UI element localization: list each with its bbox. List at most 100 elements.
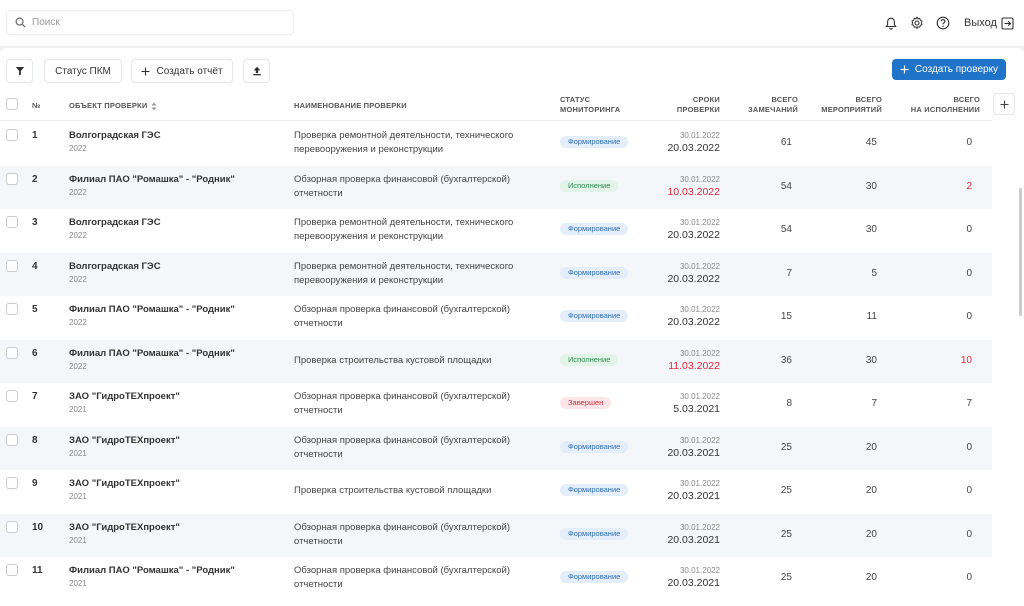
vertical-scrollbar[interactable]: [1019, 188, 1022, 316]
row-checkbox[interactable]: [6, 520, 18, 533]
object-cell[interactable]: Волгоградская ГЭС 2022: [69, 217, 161, 240]
object-cell[interactable]: Филиал ПАО "Ромашка" - "Родник" 2022: [69, 174, 235, 197]
search-box[interactable]: [6, 10, 294, 35]
table-row[interactable]: 3 Волгоградская ГЭС 2022 Проверка ремонтной…: [0, 209, 992, 253]
table-row[interactable]: 10 ЗАО "ГидроТЕХпроект" 2021 Обзорная прове…: [0, 513, 992, 557]
table-row[interactable]: 1 Волгоградская ГЭС 2022 Проверка ремонтной…: [0, 122, 992, 166]
gear-icon[interactable]: [908, 14, 926, 32]
exec-count: 7: [966, 398, 972, 409]
table-row[interactable]: 5 Филиал ПАО "Ромашка" - "Родник" 2022 Обзо…: [0, 296, 992, 340]
col-remarks-l2: ЗАМЕЧАНИЙ: [747, 105, 798, 114]
row-number: 6: [32, 347, 38, 359]
main-panel: Статус ПКМ Создать отчёт Создать проверк…: [0, 48, 1024, 606]
date-start: 30.01.2022: [679, 174, 720, 184]
create-check-button[interactable]: Создать проверку: [892, 59, 1006, 80]
col-object[interactable]: ОБЪЕКТ ПРОВЕРКИ: [69, 101, 157, 111]
toolbar: Статус ПКМ Создать отчёт Создать проверк…: [6, 59, 1006, 83]
table-row[interactable]: 7 ЗАО "ГидроТЕХпроект" 2021 Обзорная провер…: [0, 383, 992, 427]
row-checkbox[interactable]: [6, 390, 18, 402]
create-report-button[interactable]: Создать отчёт: [131, 59, 233, 83]
object-cell[interactable]: Филиал ПАО "Ромашка" - "Родник" 2022: [69, 348, 235, 371]
object-cell[interactable]: Волгоградская ГЭС 2022: [69, 130, 161, 153]
status-badge: Формирование: [560, 571, 629, 583]
col-dates-l1: СРОКИ: [692, 95, 720, 104]
col-status: СТАТУС МОНИТОРИНГА: [560, 95, 620, 115]
table-row[interactable]: 6 Филиал ПАО "Ромашка" - "Родник" 2022 Пров…: [0, 339, 992, 383]
table-row[interactable]: 11 Филиал ПАО "Ромашка" - "Родник" 2021 Обз…: [0, 557, 992, 601]
remarks-count: 15: [780, 311, 792, 322]
measures-count: 20: [865, 528, 877, 540]
status-badge: Формирование: [560, 223, 629, 235]
row-checkbox[interactable]: [6, 433, 18, 446]
remarks-count: 8: [786, 398, 792, 409]
object-cell[interactable]: Филиал ПАО "Ромашка" - "Родник" 2022: [69, 304, 235, 327]
plus-icon: [900, 65, 909, 74]
remarks-count: 25: [780, 572, 792, 583]
upload-button[interactable]: [243, 59, 270, 83]
row-number: 10: [32, 521, 44, 533]
help-icon[interactable]: [934, 14, 952, 32]
date-start: 30.01.2022: [679, 131, 720, 140]
dates-cell: 30.01.2022 20.03.2021: [660, 523, 720, 546]
logout-button[interactable]: Выход: [964, 16, 1014, 30]
check-name: Обзорная проверка финансовой (бухгалтерс…: [294, 304, 511, 329]
measures-count: 11: [866, 311, 877, 322]
measures-count: 20: [865, 485, 877, 496]
select-all-checkbox[interactable]: [6, 98, 18, 110]
status-pkm-button[interactable]: Статус ПКМ: [44, 59, 122, 83]
row-checkbox[interactable]: [6, 172, 18, 185]
object-name: ЗАО "ГидроТЕХпроект": [69, 391, 180, 402]
exec-count: 2: [966, 180, 972, 192]
object-cell[interactable]: ЗАО "ГидроТЕХпроект" 2021: [69, 522, 180, 545]
object-cell[interactable]: ЗАО "ГидроТЕХпроект" 2021: [69, 435, 180, 458]
check-name: Проверка строительства кустовой площадки: [294, 485, 492, 496]
date-end: 20.03.2022: [667, 316, 720, 328]
object-name: Филиал ПАО "Ромашка" - "Родник": [69, 565, 235, 576]
row-number: 4: [32, 260, 38, 272]
search-input[interactable]: [32, 17, 272, 28]
object-name: ЗАО "ГидроТЕХпроект": [69, 434, 180, 446]
check-name: Обзорная проверка финансовой (бухгалтерс…: [294, 434, 511, 460]
table-row[interactable]: 4 Волгоградская ГЭС 2022 Проверка ремонтной…: [0, 252, 992, 296]
status-cell: Исполнение: [560, 179, 619, 192]
remarks-count: 25: [780, 485, 792, 496]
table-row[interactable]: 2 Филиал ПАО "Ромашка" - "Родник" 2022 Обзо…: [0, 165, 992, 209]
row-checkbox[interactable]: [6, 477, 18, 489]
status-cell: Формирование: [560, 310, 629, 322]
row-checkbox[interactable]: [6, 564, 18, 576]
object-year: 2022: [69, 231, 87, 240]
table-row[interactable]: 8 ЗАО "ГидроТЕХпроект" 2021 Обзорная провер…: [0, 426, 992, 470]
date-start: 30.01.2022: [679, 261, 720, 271]
check-name: Обзорная проверка финансовой (бухгалтерс…: [294, 565, 511, 590]
row-checkbox[interactable]: [6, 346, 18, 359]
dates-cell: 30.01.2022 20.03.2021: [660, 479, 720, 502]
object-cell[interactable]: ЗАО "ГидроТЕХпроект" 2021: [69, 478, 180, 501]
object-cell[interactable]: ЗАО "ГидроТЕХпроект" 2021: [69, 391, 180, 414]
status-cell: Исполнение: [560, 353, 619, 366]
row-checkbox[interactable]: [6, 129, 18, 141]
exec-count: 0: [966, 267, 972, 279]
col-exec-l2: НА ИСПОЛНЕНИИ: [910, 105, 980, 114]
row-checkbox[interactable]: [6, 259, 18, 272]
row-number: 11: [32, 565, 43, 576]
dates-cell: 30.01.2022 5.03.2021: [660, 392, 720, 415]
check-name: Обзорная проверка финансовой (бухгалтерс…: [294, 391, 511, 416]
status-cell: Формирование: [560, 223, 629, 235]
bell-icon[interactable]: [882, 14, 900, 32]
row-checkbox[interactable]: [6, 216, 18, 228]
dates-cell: 30.01.2022 20.03.2022: [660, 262, 720, 285]
row-checkbox[interactable]: [6, 303, 18, 315]
status-cell: Формирование: [560, 440, 629, 453]
object-cell[interactable]: Филиал ПАО "Ромашка" - "Родник" 2021: [69, 565, 235, 588]
filter-button[interactable]: [6, 59, 33, 83]
add-column-button[interactable]: [993, 93, 1015, 115]
measures-count: 20: [865, 572, 877, 583]
object-cell[interactable]: Волгоградская ГЭС 2022: [69, 261, 161, 284]
exec-count: 0: [966, 572, 972, 583]
object-year: 2021: [69, 579, 87, 588]
col-dates-l2: ПРОВЕРКИ: [676, 105, 720, 114]
table-row[interactable]: 9 ЗАО "ГидроТЕХпроект" 2021 Проверка строит…: [0, 470, 992, 514]
status-badge: Исполнение: [560, 353, 619, 366]
col-remarks: ВСЕГО ЗАМЕЧАНИЙ: [730, 95, 798, 115]
status-cell: Формирование: [560, 527, 629, 540]
